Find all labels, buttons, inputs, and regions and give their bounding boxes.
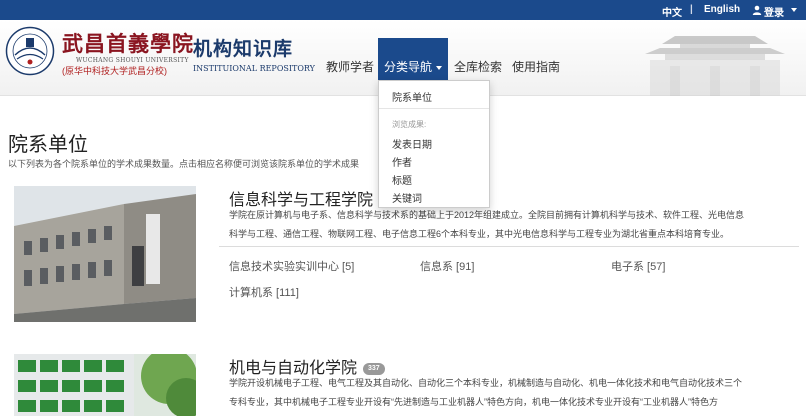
login-caret-icon[interactable] bbox=[791, 8, 797, 12]
dept-description: 学院在原计算机与电子系、信息科学与技术系的基础上于2012年组建成立。全院目前拥… bbox=[229, 206, 799, 244]
dropdown-item-dept[interactable]: 院系单位 bbox=[392, 89, 432, 104]
repository-name-en: INSTITUIONAL REPOSITORY bbox=[193, 64, 315, 73]
dropdown-item-keyword[interactable]: 关键词 bbox=[392, 190, 422, 205]
sub-unit-link[interactable]: 信息技术实验实训中心 [5] bbox=[229, 258, 354, 274]
page-intro: 以下列表为各个院系单位的学术成果数量。点击相应名称便可浏览该院系单位的学术成果 bbox=[8, 159, 360, 169]
dept-divider bbox=[219, 246, 799, 247]
user-icon bbox=[752, 5, 762, 15]
sub-unit-link[interactable]: 计算机系 [111] bbox=[229, 284, 299, 300]
dropdown-item-date[interactable]: 发表日期 bbox=[392, 136, 432, 151]
page-title: 院系单位 bbox=[8, 134, 88, 156]
sub-unit-link[interactable]: 电子系 [57] bbox=[611, 258, 665, 274]
dropdown-header-browse: 浏览成果: bbox=[392, 120, 427, 129]
school-name-en: WUCHANG SHOUYI UNIVERSITY bbox=[76, 57, 189, 64]
gate-building-illustration bbox=[645, 36, 785, 96]
university-emblem[interactable] bbox=[5, 26, 55, 76]
school-subtitle: (原华中科技大学武昌分校) bbox=[62, 66, 167, 76]
dept-count-badge: 337 bbox=[363, 362, 385, 375]
nav-teachers[interactable]: 教师学者 bbox=[320, 38, 380, 98]
dept-description-line: 学院在原计算机与电子系、信息科学与技术系的基础上于2012年组建成立。全院目前拥… bbox=[229, 210, 745, 220]
dropdown-item-author[interactable]: 作者 bbox=[392, 154, 412, 169]
top-bar: 中文 | English 登录 bbox=[0, 0, 806, 20]
dropdown-item-title[interactable]: 标题 bbox=[392, 172, 412, 187]
dropdown-divider bbox=[379, 108, 489, 109]
dept-photo-mechatronics[interactable] bbox=[14, 354, 196, 416]
lang-en-link[interactable]: English bbox=[704, 4, 740, 15]
dept-description-line: 专科专业，其中机械电子工程专业开设有“先进制造与工业机器人”特色方向，机电一体化… bbox=[229, 397, 718, 407]
login-link[interactable]: 登录 bbox=[764, 4, 784, 19]
nav-guide[interactable]: 使用指南 bbox=[506, 38, 566, 98]
dept-photo-info-science[interactable] bbox=[14, 186, 196, 322]
dept-description: 学院开设机械电子工程、电气工程及其自动化、自动化三个本科专业，机械制造与自动化、… bbox=[229, 374, 799, 412]
nav-category-label: 分类导航 bbox=[384, 60, 433, 74]
dept-description-line: 科学与工程、通信工程、物联网工程、电子信息工程6个本科专业，其中光电信息科学与工… bbox=[229, 229, 730, 239]
sub-unit-link[interactable]: 信息系 [91] bbox=[420, 258, 474, 274]
caret-down-icon bbox=[436, 65, 443, 70]
lang-zh-link[interactable]: 中文 bbox=[662, 4, 682, 19]
dept-description-line: 学院开设机械电子工程、电气工程及其自动化、自动化三个本科专业，机械制造与自动化、… bbox=[229, 378, 743, 388]
lang-separator: | bbox=[690, 4, 693, 15]
category-dropdown: 院系单位 浏览成果: 发表日期 作者 标题 关键词 bbox=[378, 80, 490, 208]
repository-name[interactable]: 机构知识库 bbox=[193, 34, 293, 61]
school-name[interactable]: 武昌首義學院 bbox=[62, 28, 194, 58]
